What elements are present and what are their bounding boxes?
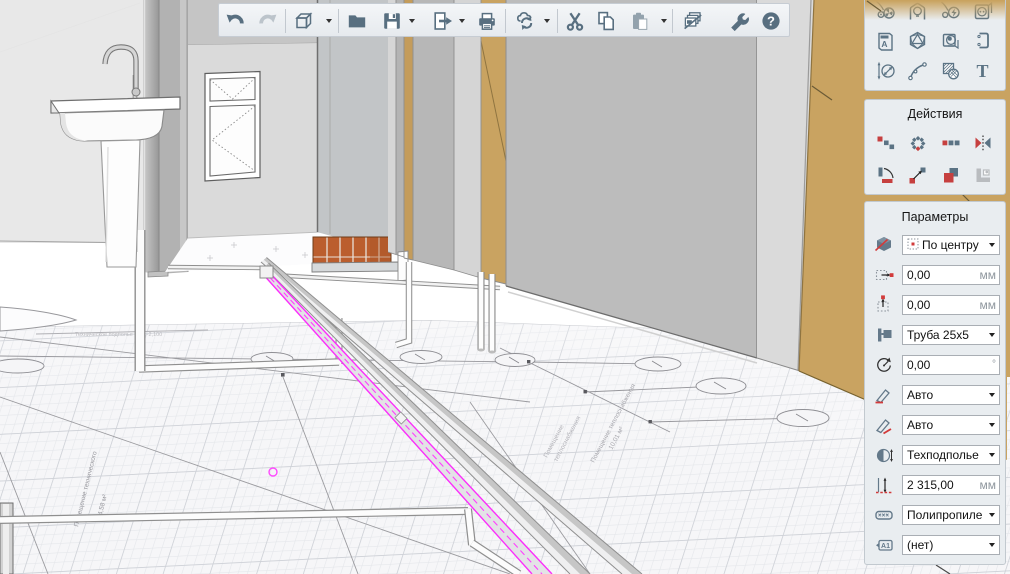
svg-text:Техническое подполье отм. -2,1: Техническое подполье отм. -2,100 — [75, 332, 162, 338]
svg-text:A1: A1 — [881, 543, 890, 550]
svg-text:A: A — [881, 39, 887, 49]
svg-text:?: ? — [767, 14, 775, 29]
svg-text:T: T — [976, 61, 988, 81]
